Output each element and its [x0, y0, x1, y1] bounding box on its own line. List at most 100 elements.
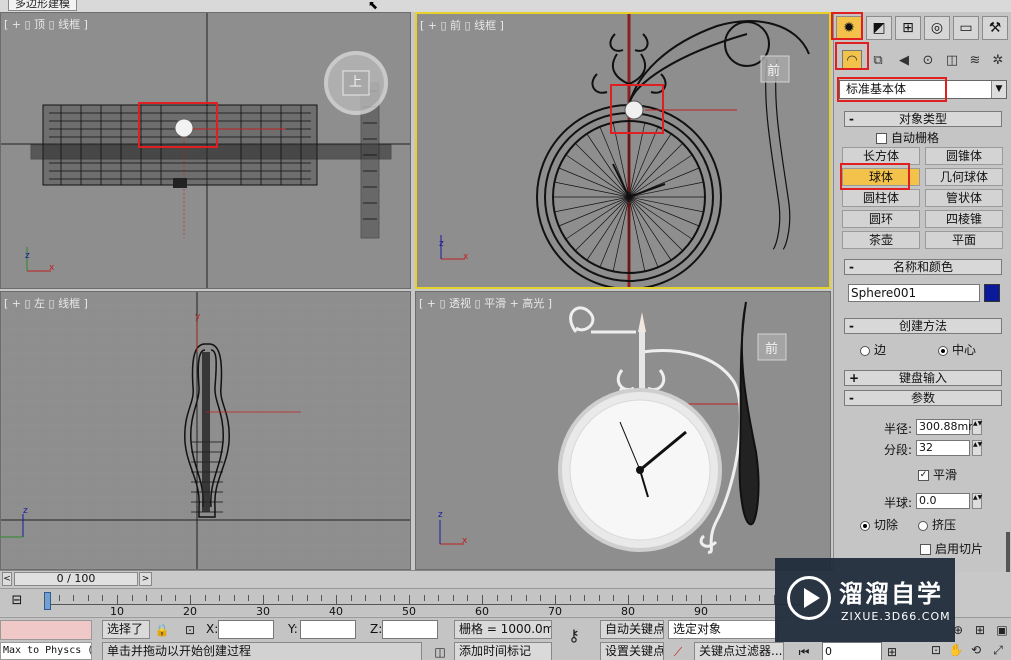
radius-input[interactable]: 300.88mm — [916, 419, 979, 435]
current-frame-field[interactable]: 0 — [822, 642, 882, 660]
segments-spinner[interactable]: ▲▼ — [972, 440, 982, 456]
box-button[interactable]: 长方体 — [842, 147, 920, 165]
radio-selected-icon[interactable] — [938, 345, 948, 356]
ruler-tick — [584, 595, 586, 601]
torus-button[interactable]: 圆环 — [842, 210, 920, 228]
field-of-view-icon[interactable]: ▣ — [994, 622, 1010, 638]
object-name-field[interactable]: Sphere001 — [848, 284, 980, 302]
rollout-parameters[interactable]: - 参数 — [844, 390, 1002, 406]
selected-object-dropdown[interactable]: 选定对象 — [668, 620, 778, 639]
viewcube-perspective[interactable]: 前 — [765, 338, 778, 357]
segments-input[interactable]: 32 — [916, 440, 970, 456]
chop-radio[interactable]: 切除 — [860, 516, 898, 533]
helpers-icon[interactable]: ◫ — [942, 50, 962, 70]
next-frame-button[interactable]: > — [139, 572, 152, 586]
smooth-checkbox[interactable]: ✓ 平滑 — [918, 466, 957, 483]
cameras-icon[interactable]: ⊙ — [918, 50, 938, 70]
time-tag-icon[interactable]: ◫ — [432, 644, 448, 660]
auto-grid-label: 自动栅格 — [891, 131, 940, 145]
radio-icon[interactable] — [860, 345, 870, 356]
key-mode-icon[interactable]: ⟋ — [670, 644, 686, 660]
viewport-left[interactable]: [ + ▯ 左 ▯ 线框 ] y z — [0, 291, 411, 570]
auto-grid-checkbox[interactable]: 自动栅格 — [876, 129, 939, 146]
geosphere-button[interactable]: 几何球体 — [925, 168, 1003, 186]
squash-radio[interactable]: 挤压 — [918, 516, 956, 533]
checkbox-checked-icon[interactable]: ✓ — [918, 470, 929, 481]
top-view-wireframe — [1, 13, 410, 288]
command-panel-tabs: ✹ ◩ ⊞ ◎ ▭ ⚒ — [834, 14, 1011, 42]
key-icon[interactable]: ⚷ — [566, 628, 582, 644]
viewport-left-label[interactable]: [ + ▯ 左 ▯ 线框 ] — [4, 295, 88, 311]
set-key-button[interactable]: 设置关键点 — [600, 642, 664, 660]
z-coordinate-field[interactable] — [382, 620, 438, 639]
radius-spinner[interactable]: ▲▼ — [972, 419, 982, 435]
shapes-icon[interactable]: ⧉ — [868, 50, 888, 70]
radio-icon[interactable] — [918, 520, 928, 531]
object-color-swatch[interactable] — [984, 284, 1000, 302]
key-filters-button[interactable]: 关键点过滤器... — [694, 642, 784, 660]
edge-radio[interactable]: 边 — [860, 341, 886, 358]
checkbox-icon[interactable] — [876, 133, 887, 144]
viewport-top[interactable]: [ + ▯ 顶 ▯ 线框 ] 上 z x — [0, 12, 411, 289]
create-tab-icon[interactable]: ✹ — [836, 16, 862, 40]
hemisphere-spinner[interactable]: ▲▼ — [972, 493, 982, 509]
lights-icon[interactable]: ◀ — [894, 50, 914, 70]
zoom-extents-icon[interactable]: ⊡ — [928, 642, 944, 658]
curve-editor-icon[interactable]: ⊟ — [6, 593, 28, 613]
time-slider[interactable]: 0 / 100 — [14, 572, 138, 586]
add-time-tag-button[interactable]: 添加时间标记 — [454, 642, 552, 660]
teapot-button[interactable]: 茶壶 — [842, 231, 920, 249]
sphere-button[interactable]: 球体 — [842, 168, 920, 186]
maximize-viewport-icon[interactable]: ⤢ — [990, 642, 1006, 658]
tube-button[interactable]: 管状体 — [925, 189, 1003, 207]
rollout-creation-method[interactable]: - 创建方法 — [844, 318, 1002, 334]
cone-button[interactable]: 圆锥体 — [925, 147, 1003, 165]
prev-frame-button[interactable]: < — [2, 572, 12, 586]
pan-hand-icon[interactable]: ✋ — [948, 642, 964, 658]
hierarchy-tab-icon[interactable]: ⊞ — [895, 16, 921, 40]
viewport-perspective-label[interactable]: [ + ▯ 透视 ▯ 平滑 + 高光 ] — [419, 295, 552, 311]
motion-tab-icon[interactable]: ◎ — [924, 16, 950, 40]
document-tab[interactable]: 多边形建模 — [8, 0, 77, 11]
rollout-name-color[interactable]: - 名称和颜色 — [844, 259, 1002, 275]
modify-tab-icon[interactable]: ◩ — [866, 16, 892, 40]
playhead[interactable] — [44, 592, 51, 610]
lock-icon[interactable]: 🔒 — [154, 622, 170, 638]
panel-scrollbar[interactable] — [1006, 532, 1010, 572]
chevron-down-icon[interactable]: ▼ — [991, 81, 1006, 98]
orbit-icon[interactable]: ⟲ — [968, 642, 984, 658]
cylinder-button[interactable]: 圆柱体 — [842, 189, 920, 207]
transform-mode-icon[interactable]: ⊡ — [182, 622, 198, 638]
spacewarps-icon[interactable]: ≋ — [965, 50, 985, 70]
viewport-perspective[interactable]: [ + ▯ 透视 ▯ 平滑 + 高光 ] 前 z x — [415, 291, 831, 570]
auto-key-button[interactable]: 自动关键点 — [600, 620, 664, 639]
display-tab-icon[interactable]: ▭ — [953, 16, 979, 40]
hemisphere-input[interactable]: 0.0 — [916, 493, 970, 509]
x-coordinate-field[interactable] — [218, 620, 274, 639]
viewport-front[interactable]: [ + ▯ 前 ▯ 线框 ] 前 z x — [415, 12, 831, 289]
rollout-keyboard-entry[interactable]: + 键盘输入 — [844, 370, 1002, 386]
pyramid-button[interactable]: 四棱锥 — [925, 210, 1003, 228]
utilities-tab-icon[interactable]: ⚒ — [982, 16, 1008, 40]
goto-start-icon[interactable]: ⏮ — [796, 644, 812, 660]
radio-selected-icon[interactable] — [860, 520, 870, 531]
viewcube-top[interactable]: 上 — [349, 71, 362, 90]
viewcube-front[interactable]: 前 — [767, 60, 780, 79]
maxscript-listener-pink[interactable] — [0, 620, 92, 640]
checkbox-icon[interactable] — [920, 544, 931, 555]
center-radio[interactable]: 中心 — [938, 341, 976, 358]
systems-icon[interactable]: ✲ — [988, 50, 1008, 70]
y-coordinate-field[interactable] — [300, 620, 356, 639]
plane-button[interactable]: 平面 — [925, 231, 1003, 249]
viewport-top-label[interactable]: [ + ▯ 顶 ▯ 线框 ] — [4, 16, 88, 32]
time-config-icon[interactable]: ⊞ — [884, 644, 900, 660]
primitive-type-dropdown[interactable]: 标准基本体 ▼ — [839, 80, 1007, 99]
viewport-front-label[interactable]: [ + ▯ 前 ▯ 线框 ] — [420, 17, 504, 33]
frame-ruler[interactable]: 10 20 30 40 50 60 70 80 90 — [44, 589, 800, 618]
zoom-all-icon[interactable]: ⊞ — [972, 622, 988, 638]
rollout-object-type[interactable]: - 对象类型 — [844, 111, 1002, 127]
slice-on-checkbox[interactable]: 启用切片 — [920, 540, 983, 557]
maxscript-mini-listener[interactable]: Max to Physcs ( — [0, 642, 92, 660]
geometry-icon[interactable]: ◠ — [842, 50, 862, 70]
ruler-tick — [438, 595, 440, 601]
